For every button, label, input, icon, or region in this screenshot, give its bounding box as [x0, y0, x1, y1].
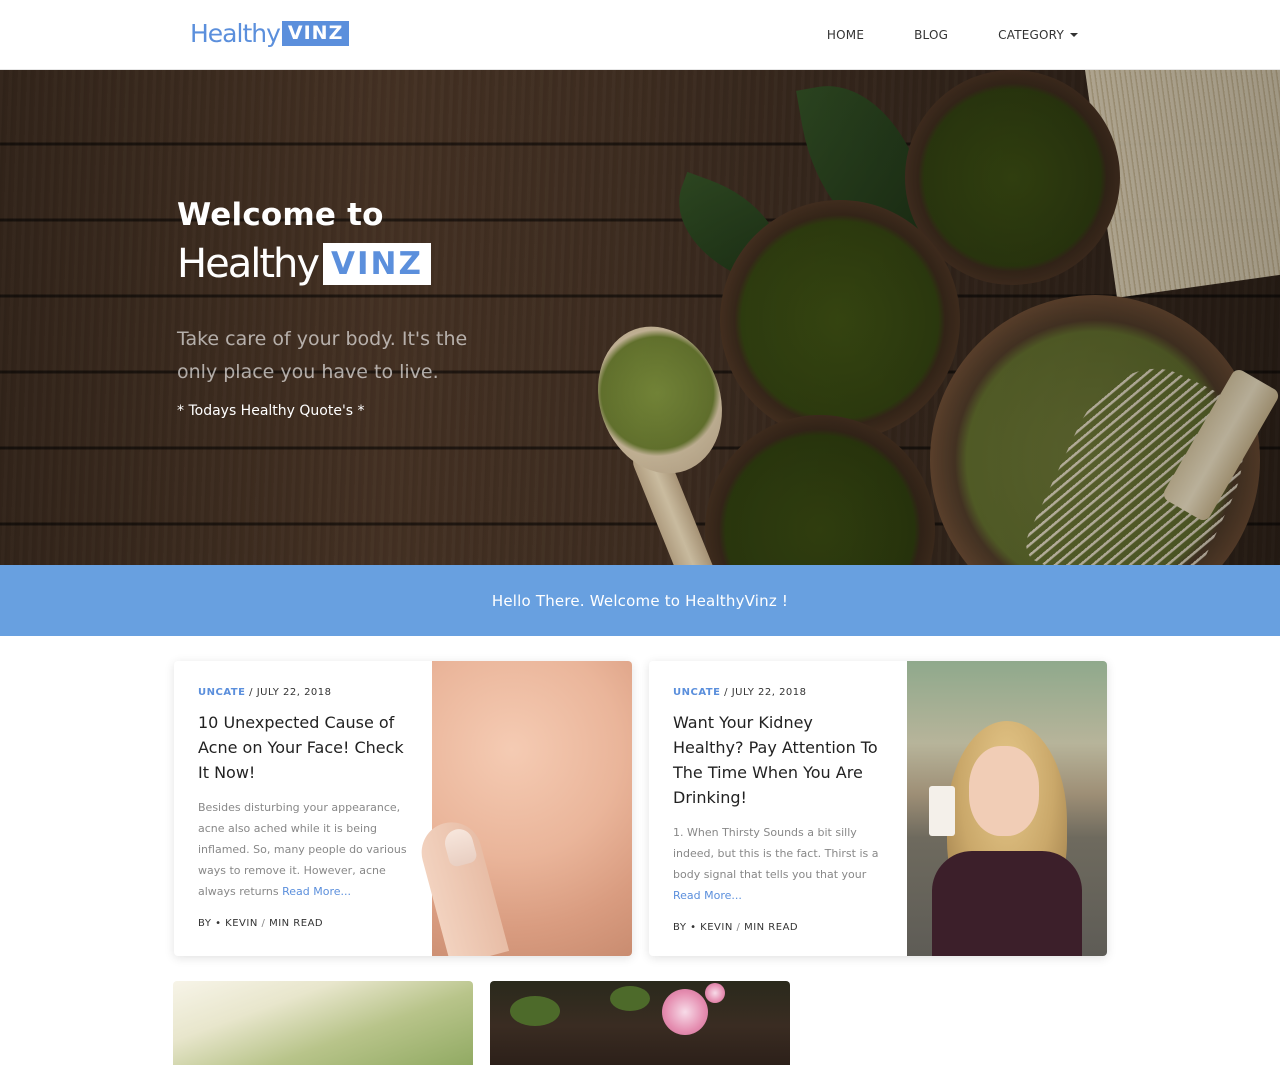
leaf-image [510, 996, 560, 1026]
post-excerpt-text: 1. When Thirsty Sounds a bit silly indee… [673, 826, 879, 881]
post-thumbnail[interactable] [414, 661, 632, 956]
post-card-thumbnail[interactable] [173, 981, 473, 1065]
nav-category-dropdown[interactable]: CATEGORY [998, 28, 1078, 42]
post-date: / JULY 22, 2018 [724, 687, 807, 698]
post-excerpt-text: Besides disturbing your appearance, acne… [198, 801, 407, 898]
leaf-image [610, 986, 650, 1011]
post-excerpt: Besides disturbing your appearance, acne… [198, 797, 413, 902]
coat-image [932, 851, 1082, 956]
post-category-link[interactable]: UNCATE [673, 687, 720, 698]
post-category-link[interactable]: UNCATE [198, 687, 245, 698]
post-read-time: MIN READ [269, 918, 324, 929]
banner-text: Hello There. Welcome to HealthyVinz ! [491, 591, 789, 610]
nav-links: HOME BLOG CATEGORY [777, 0, 1078, 70]
post-excerpt: 1. When Thirsty Sounds a bit silly indee… [673, 822, 888, 906]
nav-blog[interactable]: BLOG [914, 28, 948, 42]
post-author[interactable]: BY • KEVIN [198, 918, 258, 929]
post-read-time: MIN READ [744, 922, 799, 933]
nav-blog-label: BLOG [914, 28, 949, 42]
hero-tagline: Take care of your body. It's the only pl… [177, 328, 468, 383]
post-meta: UNCATE / JULY 22, 2018 [673, 687, 888, 698]
read-more-link[interactable]: Read More... [673, 889, 742, 902]
nav-home-label: HOME [826, 28, 865, 42]
post-card-body: UNCATE / JULY 22, 2018 10 Unexpected Cau… [198, 687, 413, 929]
post-title[interactable]: Want Your Kidney Healthy? Pay Attention … [673, 710, 888, 810]
hero-logo-text: Healthy [177, 241, 320, 287]
post-title[interactable]: 10 Unexpected Cause of Acne on Your Face… [198, 710, 413, 785]
post-footer-separator: / [257, 918, 270, 929]
hero-text: Welcome to Healthy VINZ Take care of you… [177, 197, 597, 419]
hero-quote-label: * Todays Healthy Quote's * [177, 403, 365, 419]
hero-welcome: Welcome to [177, 197, 384, 233]
coffee-cup-image [929, 786, 955, 836]
logo-text: Healthy [190, 18, 281, 48]
hero-section: Welcome to Healthy VINZ Take care of you… [0, 70, 1280, 565]
logo-box: VINZ [281, 20, 350, 46]
flower-image [662, 989, 708, 1035]
post-date: / JULY 22, 2018 [249, 687, 332, 698]
flower-image [705, 983, 725, 1003]
post-footer-separator: / [732, 922, 745, 933]
post-meta: UNCATE / JULY 22, 2018 [198, 687, 413, 698]
post-card-body: UNCATE / JULY 22, 2018 Want Your Kidney … [673, 687, 888, 933]
welcome-banner: Hello There. Welcome to HealthyVinz ! [0, 565, 1280, 636]
hero-logo: Healthy VINZ [177, 241, 597, 287]
hero-logo-box: VINZ [323, 243, 431, 285]
post-card[interactable]: UNCATE / JULY 22, 2018 Want Your Kidney … [649, 661, 1107, 956]
post-author[interactable]: BY • KEVIN [673, 922, 733, 933]
post-footer: BY • KEVIN / MIN READ [673, 922, 888, 933]
face-image [969, 746, 1039, 836]
nav-category-label: CATEGORY [998, 28, 1064, 42]
site-logo[interactable]: Healthy VINZ [190, 16, 350, 50]
read-more-link[interactable]: Read More... [282, 885, 351, 898]
caret-down-icon [1070, 33, 1078, 37]
post-card[interactable]: UNCATE / JULY 22, 2018 10 Unexpected Cau… [174, 661, 632, 956]
post-footer: BY • KEVIN / MIN READ [198, 918, 413, 929]
post-card-thumbnail[interactable] [490, 981, 790, 1065]
navbar: Healthy VINZ HOME BLOG CATEGORY [0, 0, 1280, 70]
nav-home[interactable]: HOME [827, 28, 864, 42]
post-thumbnail[interactable] [907, 661, 1107, 956]
